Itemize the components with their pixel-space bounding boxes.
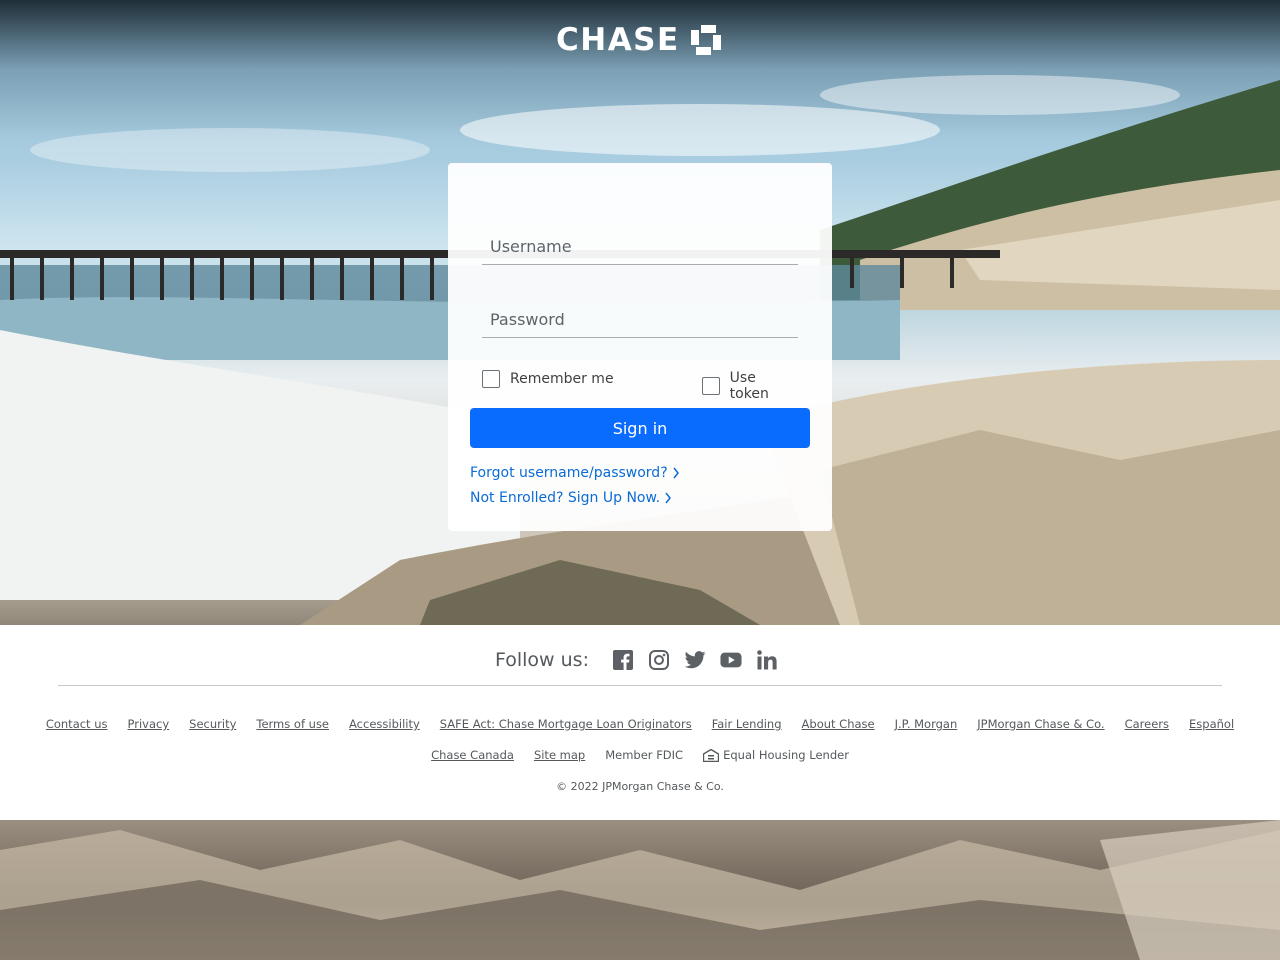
footer-link-security[interactable]: Security	[189, 717, 236, 731]
equal-housing-icon	[703, 748, 720, 762]
footer: Follow us: Contact us Privacy Security T…	[0, 625, 1280, 820]
footer-divider	[58, 685, 1222, 686]
chevron-right-icon	[665, 492, 672, 504]
footer-link-contact-us[interactable]: Contact us	[46, 717, 108, 731]
login-options: Remember me Use token	[482, 370, 798, 402]
footer-link-safe-act[interactable]: SAFE Act: Chase Mortgage Loan Originator…	[440, 717, 692, 731]
footer-link-accessibility[interactable]: Accessibility	[349, 717, 420, 731]
footer-link-jp-morgan[interactable]: J.P. Morgan	[895, 717, 958, 731]
follow-us-label: Follow us:	[495, 649, 589, 671]
twitter-icon[interactable]	[684, 649, 706, 671]
background-rocks-image	[0, 820, 1280, 960]
footer-link-about-chase[interactable]: About Chase	[802, 717, 875, 731]
forgot-credentials-text: Forgot username/password?	[470, 465, 668, 481]
footer-link-fair-lending[interactable]: Fair Lending	[712, 717, 782, 731]
remember-me-box[interactable]	[482, 370, 500, 388]
footer-link-privacy[interactable]: Privacy	[128, 717, 170, 731]
forgot-credentials-link[interactable]: Forgot username/password?	[470, 465, 680, 481]
footer-link-espanol[interactable]: Español	[1189, 717, 1234, 731]
youtube-icon[interactable]	[720, 649, 742, 671]
facebook-icon[interactable]	[612, 649, 634, 671]
copyright: © 2022 JPMorgan Chase & Co.	[556, 780, 724, 793]
footer-links-secondary: Chase Canada Site map Member FDIC Equal …	[0, 748, 1280, 762]
chase-octagon-icon	[690, 25, 721, 55]
login-card: Remember me Use token Sign in Forgot use…	[448, 163, 832, 531]
password-field-wrapper	[482, 301, 798, 338]
use-token-box[interactable]	[702, 377, 720, 395]
enroll-text: Not Enrolled? Sign Up Now.	[470, 490, 661, 506]
footer-link-site-map[interactable]: Site map	[534, 748, 585, 762]
equal-housing-lender: Equal Housing Lender	[703, 748, 849, 762]
use-token-label: Use token	[729, 370, 769, 402]
instagram-icon[interactable]	[648, 649, 670, 671]
footer-link-jpmorgan-chase-co[interactable]: JPMorgan Chase & Co.	[977, 717, 1104, 731]
footer-link-chase-canada[interactable]: Chase Canada	[431, 748, 514, 762]
username-input[interactable]	[482, 228, 798, 264]
footer-link-careers[interactable]: Careers	[1125, 717, 1169, 731]
social-follow: Follow us:	[0, 645, 1280, 675]
chevron-right-icon	[673, 467, 679, 479]
sign-in-button[interactable]: Sign in	[470, 408, 810, 448]
use-token-checkbox[interactable]: Use token	[702, 370, 798, 402]
equal-housing-text: Equal Housing Lender	[723, 748, 849, 762]
enroll-link[interactable]: Not Enrolled? Sign Up Now.	[470, 490, 672, 506]
username-field-wrapper	[482, 228, 798, 265]
footer-links-primary: Contact us Privacy Security Terms of use…	[0, 717, 1280, 731]
password-input[interactable]	[482, 301, 798, 337]
chase-logo[interactable]: CHASE	[556, 24, 722, 56]
remember-me-label: Remember me	[510, 371, 614, 387]
linkedin-icon[interactable]	[756, 649, 778, 671]
logo-wordmark: CHASE	[556, 22, 680, 58]
remember-me-checkbox[interactable]: Remember me	[482, 370, 614, 388]
footer-link-terms-of-use[interactable]: Terms of use	[256, 717, 329, 731]
member-fdic-text: Member FDIC	[605, 748, 684, 762]
rocks-scene	[0, 820, 1280, 960]
